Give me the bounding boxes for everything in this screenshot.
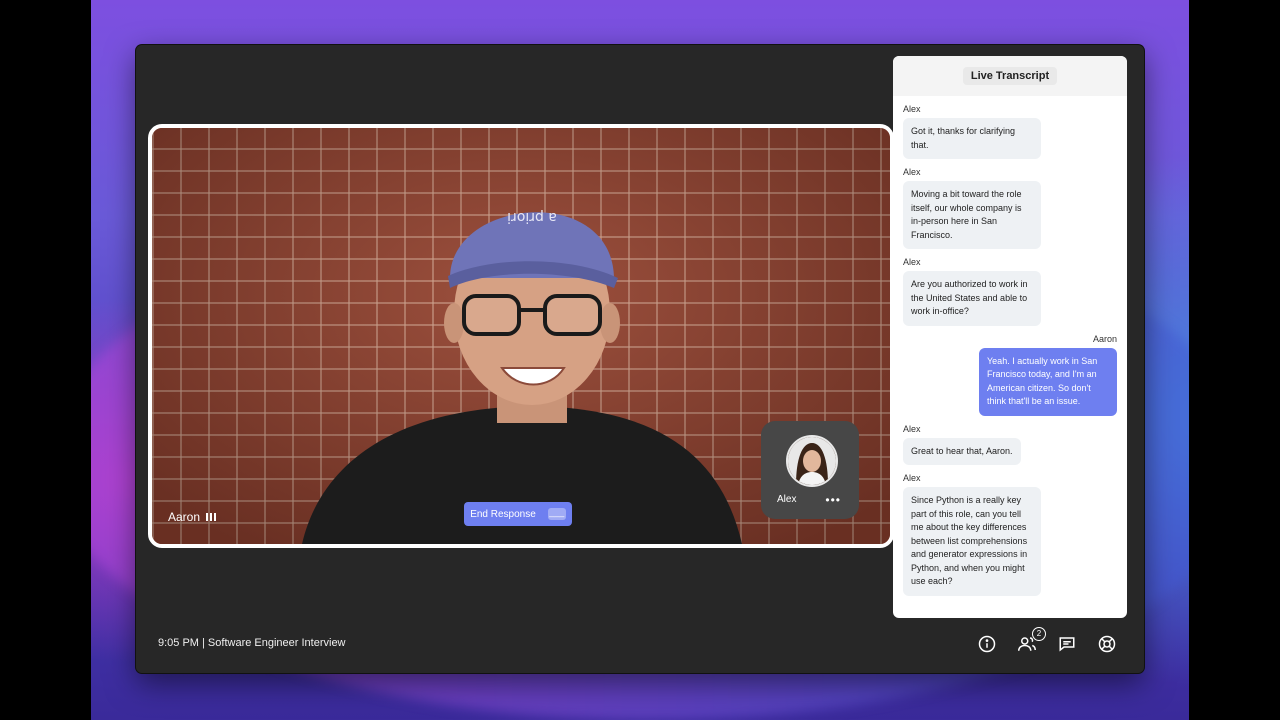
audio-level-icon <box>206 513 217 521</box>
transcript-title: Live Transcript <box>962 67 1058 85</box>
list-item: Alex Got it, thanks for clarifying that. <box>903 104 1117 159</box>
keyboard-shortcut-icon: ___ <box>547 508 566 520</box>
info-icon <box>978 635 996 653</box>
message-speaker: Alex <box>903 104 921 114</box>
chat-button[interactable] <box>1058 635 1076 653</box>
message-speaker: Aaron <box>1092 333 1117 344</box>
chat-icon <box>1059 637 1075 652</box>
more-options-icon[interactable]: ••• <box>825 493 841 507</box>
message-speaker: Alex <box>903 167 921 177</box>
participants-count-badge: 2 <box>1032 627 1046 641</box>
pip-participant-name: Alex <box>777 494 797 505</box>
message-bubble: Got it, thanks for clarifying that. <box>903 118 1041 159</box>
interview-app-window: a priori Aaron End Response ___ Alex •••… <box>136 45 1144 673</box>
message-speaker: Alex <box>903 257 921 267</box>
avatar <box>786 435 838 487</box>
pip-video-tile[interactable]: Alex ••• <box>761 421 859 519</box>
message-speaker: Alex <box>903 423 921 434</box>
end-response-label: End Response <box>470 508 536 520</box>
settings-icon <box>1098 635 1116 653</box>
list-item: Aaron Yeah. I actually work in San Franc… <box>903 334 1117 416</box>
transcript-header: Live Transcript <box>893 56 1127 96</box>
main-participant-name: Aaron <box>168 510 201 524</box>
transcript-messages[interactable]: Alex Got it, thanks for clarifying that.… <box>893 104 1127 604</box>
meeting-info-text: 9:05 PM | Software Engineer Interview <box>158 637 346 649</box>
list-item: Alex Great to hear that, Aaron. <box>903 423 1117 465</box>
message-bubble: Moving a bit toward the role itself, our… <box>903 181 1041 249</box>
settings-button[interactable] <box>1098 635 1116 653</box>
live-transcript-panel: Live Transcript Alex Got it, thanks for … <box>893 56 1127 618</box>
end-response-button[interactable]: End Response ___ <box>464 502 572 526</box>
call-toolbar: 2 <box>978 627 1116 653</box>
message-speaker: Alex <box>903 473 921 483</box>
message-bubble: Since Python is a really key part of thi… <box>903 487 1041 596</box>
avatar-portrait <box>788 437 836 485</box>
message-bubble: Great to hear that, Aaron. <box>903 437 1021 465</box>
info-button[interactable] <box>978 635 996 653</box>
list-item: Alex Are you authorized to work in the U… <box>903 257 1117 326</box>
list-item: Alex Since Python is a really key part o… <box>903 473 1117 596</box>
list-item: Alex Moving a bit toward the role itself… <box>903 167 1117 249</box>
participants-button[interactable]: 2 <box>1018 627 1046 653</box>
message-bubble: Yeah. I actually work in San Francisco t… <box>979 347 1117 416</box>
svg-text:a priori: a priori <box>507 209 557 225</box>
message-bubble: Are you authorized to work in the United… <box>903 271 1041 326</box>
main-participant-label: Aaron <box>168 510 217 524</box>
